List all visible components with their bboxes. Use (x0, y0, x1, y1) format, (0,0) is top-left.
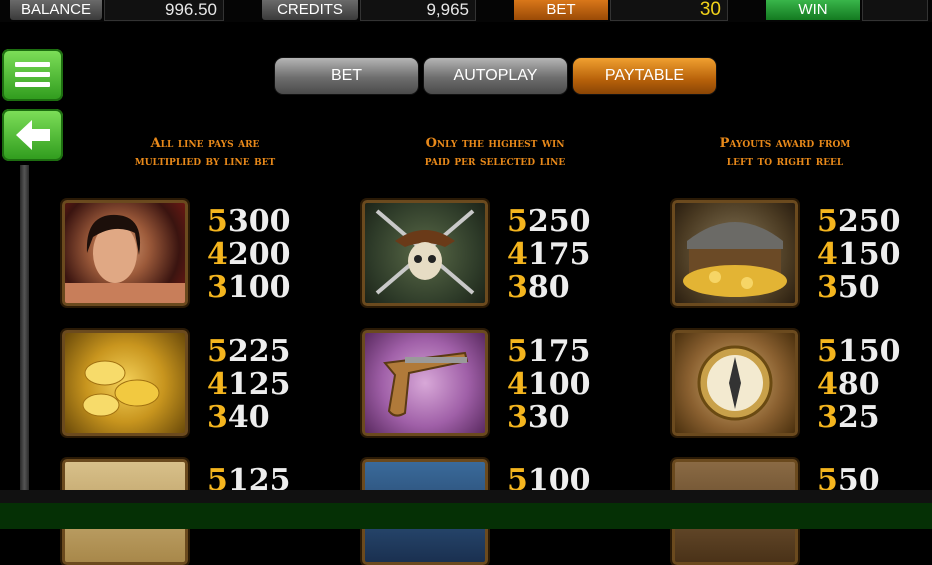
menu-button[interactable] (2, 49, 63, 101)
flintlock-pistol-symbol (362, 330, 488, 436)
compass-symbol (672, 330, 798, 436)
match-count: 3 (817, 400, 838, 435)
treasure-chest-symbol (672, 200, 798, 306)
gold-coins-symbol (62, 330, 188, 436)
match-count: 4 (507, 367, 528, 402)
payout: 150 (837, 237, 901, 272)
match-count: 3 (507, 400, 528, 435)
match-count: 4 (817, 367, 838, 402)
bottom-bar (0, 503, 932, 529)
win-value (862, 0, 928, 21)
payout: 50 (837, 270, 880, 305)
note-line: multiplied by line bet (134, 154, 276, 169)
payout: 175 (527, 237, 591, 272)
pirate-woman-symbol (62, 200, 188, 306)
paytable-note: Only the highest win paid per selected l… (360, 135, 630, 171)
match-count: 3 (207, 270, 228, 305)
scrollbar[interactable] (20, 165, 29, 495)
match-count: 5 (507, 334, 528, 369)
balance-value: 996.50 (104, 0, 224, 21)
back-button[interactable] (2, 109, 63, 161)
match-count: 3 (207, 400, 228, 435)
payout: 40 (227, 400, 270, 435)
payout: 25 (837, 400, 880, 435)
payout: 175 (527, 334, 591, 369)
credits-value: 9,965 (360, 0, 476, 21)
note-line: paid per selected line (424, 154, 566, 169)
paytable-entry: 5175 4100 330 (507, 335, 591, 434)
payout: 100 (527, 367, 591, 402)
match-count: 3 (507, 270, 528, 305)
paytable-entry: 5225 4125 340 (207, 335, 291, 434)
payout: 250 (527, 204, 591, 239)
note-line: Payouts award from (719, 136, 851, 151)
hamburger-menu-icon (15, 62, 50, 87)
paytable-entry: 5250 4150 350 (817, 205, 901, 304)
arrow-left-icon (16, 120, 50, 150)
paytable-entry: 5250 4175 380 (507, 205, 591, 304)
skull-crossed-swords-symbol (362, 200, 488, 306)
tab-bet[interactable]: BET (274, 57, 419, 95)
payout: 125 (227, 367, 291, 402)
bet-value: 30 (610, 0, 728, 21)
payout: 80 (837, 367, 880, 402)
payout: 150 (837, 334, 901, 369)
paytable-entry: 5150 480 325 (817, 335, 901, 434)
note-line: Only the highest win (425, 136, 565, 151)
note-line: left to right reel (726, 154, 844, 169)
match-count: 5 (507, 204, 528, 239)
win-label: WIN (766, 0, 860, 20)
credits-label: CREDITS (262, 0, 358, 20)
match-count: 4 (507, 237, 528, 272)
match-count: 4 (207, 367, 228, 402)
payout: 250 (837, 204, 901, 239)
payout: 225 (227, 334, 291, 369)
match-count: 5 (817, 334, 838, 369)
panel-bottom-edge (0, 490, 932, 503)
tab-autoplay[interactable]: AUTOPLAY (423, 57, 568, 95)
payout: 100 (227, 270, 291, 305)
match-count: 5 (207, 204, 228, 239)
payout: 80 (527, 270, 570, 305)
match-count: 4 (207, 237, 228, 272)
match-count: 5 (817, 204, 838, 239)
bet-label: BET (514, 0, 608, 20)
paytable-note: All line pays are multiplied by line bet (70, 135, 340, 171)
note-line: All line pays are (150, 136, 260, 151)
status-bar: BALANCE 996.50 CREDITS 9,965 BET 30 WIN (0, 0, 932, 22)
payout: 300 (227, 204, 291, 239)
paytable-note: Payouts award from left to right reel (650, 135, 920, 171)
balance-label: BALANCE (10, 0, 102, 20)
match-count: 3 (817, 270, 838, 305)
payout: 30 (527, 400, 570, 435)
paytable-entry: 5300 4200 3100 (207, 205, 291, 304)
match-count: 4 (817, 237, 838, 272)
payout: 200 (227, 237, 291, 272)
tab-paytable[interactable]: PAYTABLE (572, 57, 717, 95)
match-count: 5 (207, 334, 228, 369)
